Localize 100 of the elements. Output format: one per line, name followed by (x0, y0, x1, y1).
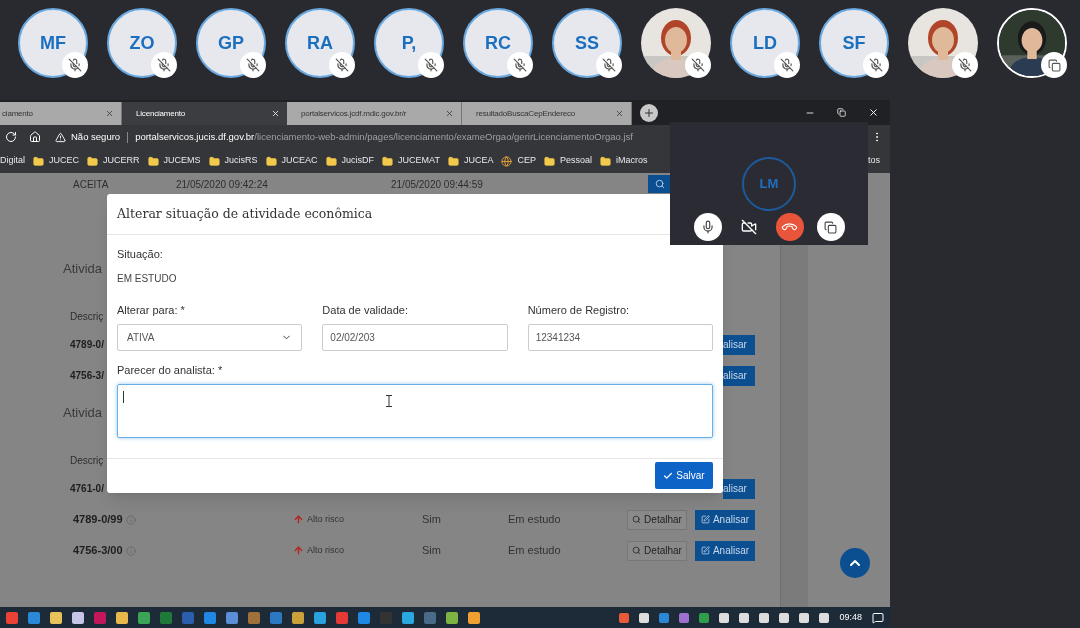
app-icon[interactable] (402, 611, 414, 624)
participant-initials: GP (218, 31, 244, 55)
participant-avatar[interactable]: SF (819, 8, 889, 78)
bookmark-link[interactable]: JucisDF (341, 154, 375, 168)
bookmark-link[interactable]: JUCEMS (163, 154, 201, 168)
analyze-button[interactable]: Analisar (695, 540, 755, 561)
tray-icon[interactable] (759, 612, 770, 623)
tray-icon[interactable] (799, 612, 810, 623)
analyze-button[interactable]: alisar (723, 365, 755, 386)
participant-initials: LD (753, 31, 777, 55)
bookmark-link[interactable]: JUCEA (463, 154, 494, 168)
analyze-button[interactable]: alisar (723, 478, 755, 499)
search-button[interactable] (648, 175, 672, 193)
app-icon[interactable] (314, 611, 326, 624)
app-icon[interactable] (292, 611, 304, 624)
search-icon (632, 515, 642, 524)
bookmark-link[interactable]: JUCEAC (281, 154, 318, 168)
scroll-top-button[interactable] (840, 548, 870, 578)
reload-icon[interactable] (5, 131, 17, 143)
edit-icon (700, 546, 710, 555)
tray-icon[interactable] (779, 612, 790, 623)
close-tab-icon[interactable] (105, 109, 114, 118)
participant-avatar[interactable]: SS (552, 8, 622, 78)
participant-avatar[interactable]: P, (374, 8, 444, 78)
bookmark-link[interactable]: Pessoal (560, 154, 592, 168)
bookmark-link[interactable]: JUCEC (49, 154, 80, 168)
app-icon[interactable] (358, 611, 370, 624)
tray-icon[interactable] (719, 612, 730, 623)
participant-avatar[interactable]: LD (730, 8, 800, 78)
close-icon[interactable] (868, 107, 879, 118)
date-cell-text: 21/05/2020 09:44:59 (391, 177, 484, 192)
browser-tab[interactable]: Licenciamento (122, 102, 287, 125)
table-cell-text: Sim (422, 543, 442, 559)
activity-code: 4756-3/ (70, 369, 104, 383)
analyze-button[interactable]: Analisar (695, 509, 755, 530)
tray-icon[interactable] (739, 612, 750, 623)
bookmark-link[interactable]: JUCEMAT (398, 154, 440, 168)
tray-icon[interactable] (639, 612, 650, 623)
browser-tab[interactable]: portalservicos.jcdf.mdic.gov.br/r (287, 102, 462, 125)
participant-initials: ZO (129, 31, 155, 55)
field-label: Parecer do analista: * (117, 363, 224, 378)
url-host: portalservicos.jucis.df.gov.br (135, 129, 255, 144)
status-dropdown[interactable]: ATIVA (117, 324, 303, 351)
participant-avatar[interactable]: MF (18, 8, 88, 78)
app-icon[interactable] (204, 611, 216, 624)
bookmark-link[interactable]: iMacros (616, 154, 648, 168)
bookmark-link[interactable]: JUCERR (103, 154, 140, 168)
detail-button[interactable]: Detalhar (627, 509, 687, 530)
app-icon[interactable] (116, 611, 128, 624)
participant-avatar[interactable]: GP (196, 8, 266, 78)
field-label: Data de validade: (322, 302, 409, 318)
bookmark-link[interactable]: tos (868, 154, 880, 168)
input-field[interactable]: 12341234 (527, 324, 713, 351)
close-tab-icon[interactable] (445, 109, 454, 118)
participant-avatar[interactable]: RA (285, 8, 355, 78)
folder-icon (325, 155, 337, 167)
app-icon[interactable] (226, 611, 238, 624)
app-icon[interactable] (72, 611, 84, 624)
app-icon[interactable] (468, 611, 480, 624)
url-path: /licenciamento-web-admin/pages/licenciamento/exameOrgao/gerirLicenciamentoOrgao.jsf (254, 129, 633, 144)
folder-icon (382, 155, 394, 167)
search-icon (632, 546, 642, 555)
app-icon[interactable] (50, 611, 62, 624)
risk-label: Alto risco (307, 512, 344, 526)
status-cell-text: Em estudo (508, 512, 562, 528)
app-icon[interactable] (6, 611, 18, 624)
save-button[interactable]: Salvar (655, 462, 713, 490)
close-tab-icon[interactable] (615, 109, 624, 118)
check-icon (663, 470, 674, 481)
activity-code: 4761-0/ (70, 482, 104, 496)
participant-avatar[interactable]: ZO (107, 8, 177, 78)
browser-tab[interactable]: ciamento (0, 102, 122, 125)
clock: 09:48 (839, 610, 862, 624)
microphone-button[interactable] (693, 213, 722, 241)
input-field[interactable]: 02/02/203 (322, 324, 508, 351)
security-label: Não seguro (71, 129, 121, 144)
bookmark-link[interactable]: CEP (517, 154, 536, 168)
browser-tab[interactable]: resultadoBuscaCepEndereco (462, 102, 632, 125)
analyze-button[interactable]: alisar (723, 334, 755, 355)
app-icon[interactable] (446, 611, 458, 624)
detail-button[interactable]: Detalhar (627, 540, 687, 561)
app-icon[interactable] (28, 611, 40, 624)
popout-button[interactable] (816, 213, 845, 241)
camera-off-icon (740, 219, 757, 235)
hang-up-button[interactable] (775, 213, 804, 241)
app-icon[interactable] (138, 611, 150, 624)
folder-icon (265, 155, 277, 167)
tray-icon[interactable] (819, 612, 830, 623)
arrow-up-icon (293, 545, 304, 556)
dialog-title: Alterar situação de atividade econômica (117, 204, 373, 223)
activity-code: 4789-0/ (70, 338, 104, 352)
participant-avatar[interactable]: RC (463, 8, 533, 78)
new-tab-button[interactable] (640, 104, 658, 122)
bookmark-link[interactable]: Digital (0, 154, 25, 168)
home-icon[interactable] (29, 131, 41, 143)
bookmark-link[interactable]: JucisRS (224, 154, 258, 168)
folder-icon (600, 155, 611, 167)
search-icon (655, 179, 665, 189)
restore-icon[interactable] (837, 108, 846, 117)
notifications-icon[interactable] (872, 611, 884, 624)
